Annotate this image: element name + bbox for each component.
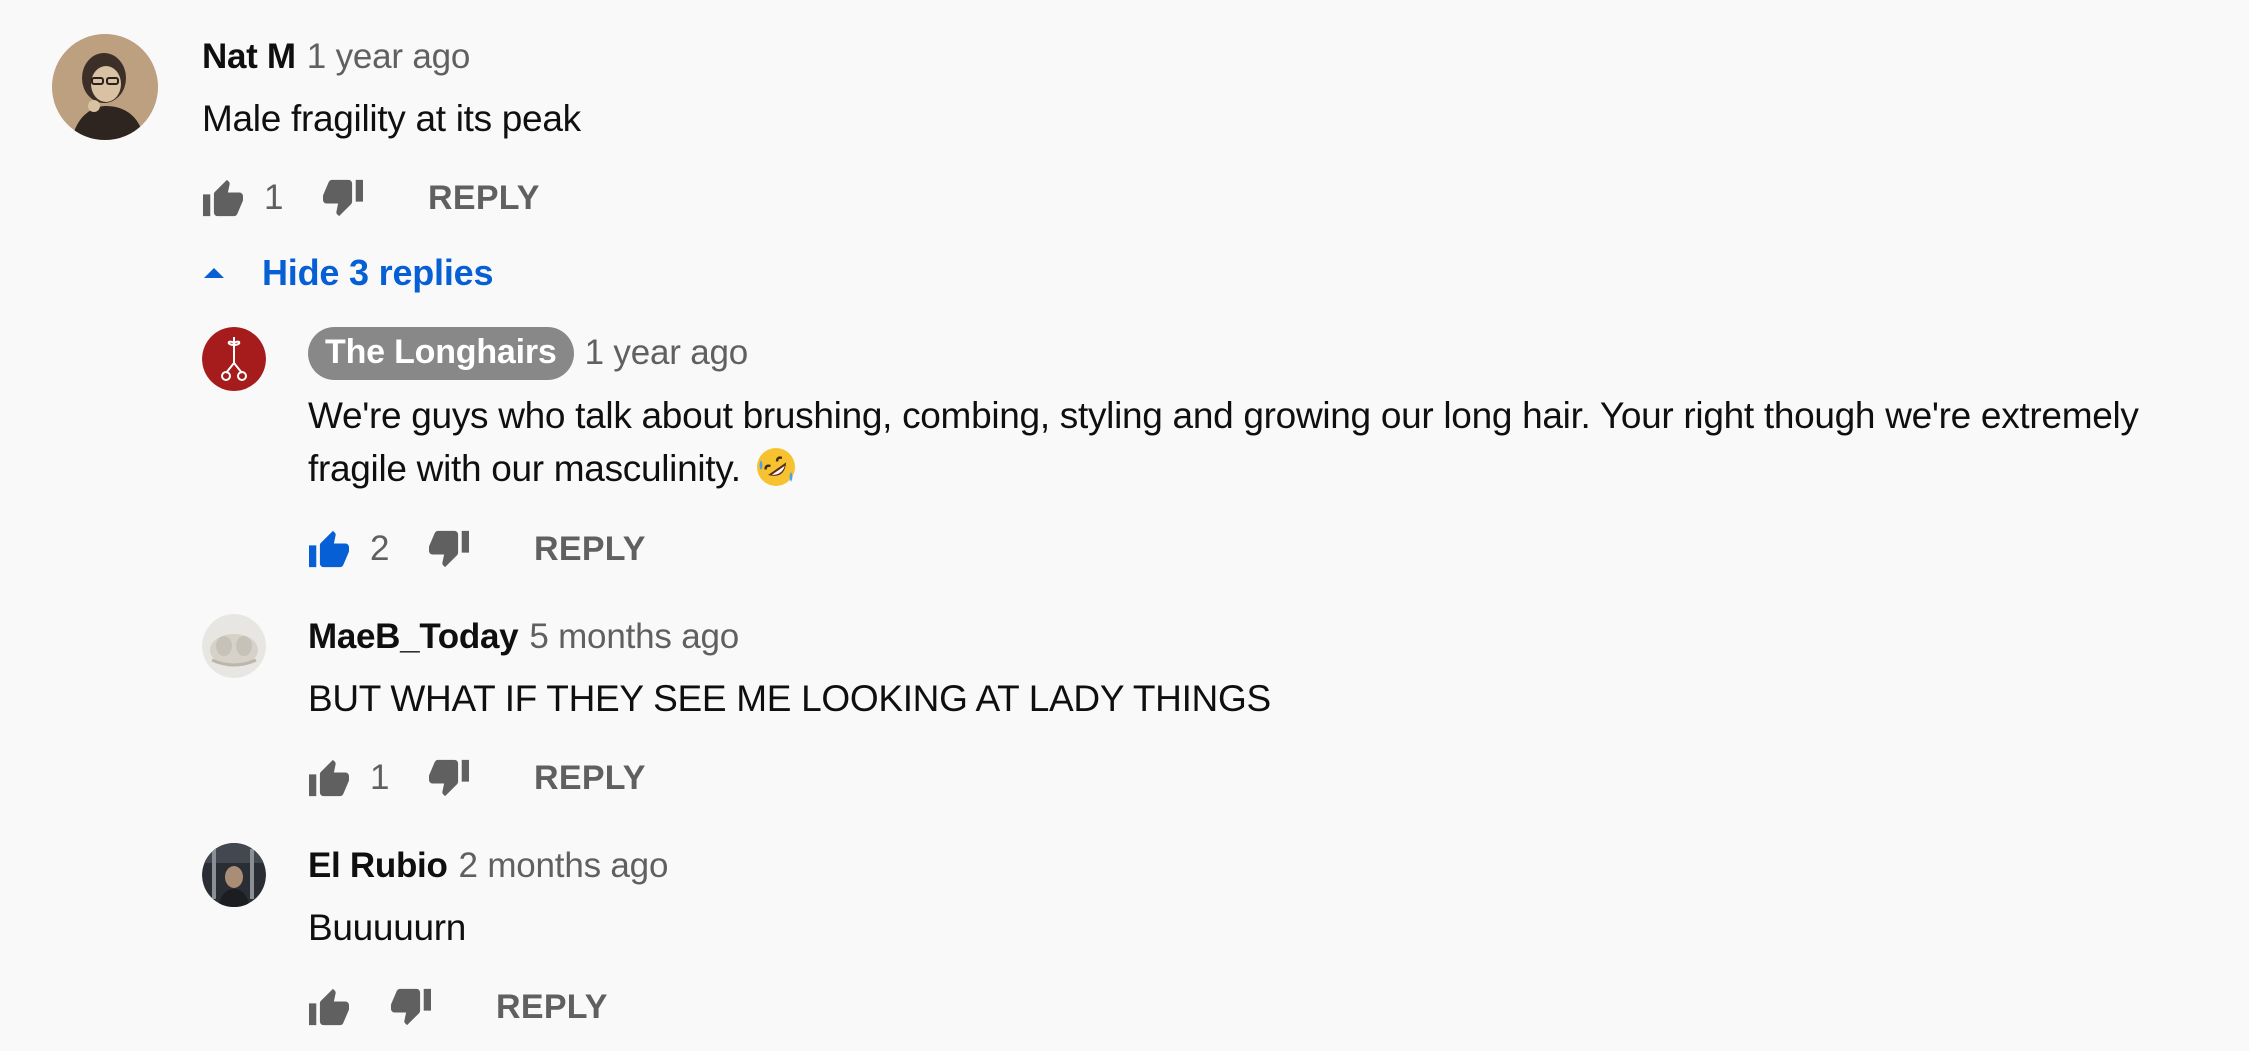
creator-author-badge[interactable]: The Longhairs [308, 326, 574, 380]
top-comment: Nat M 1 year ago Male fragility at its p… [0, 0, 2249, 260]
comment-timestamp[interactable]: 5 months ago [529, 617, 739, 657]
like-button[interactable] [306, 526, 352, 572]
reply-button[interactable]: REPLY [534, 759, 646, 798]
comment-actions: 1 REPLY [200, 173, 540, 223]
rolling-on-floor-laughing-emoji-icon [756, 448, 795, 487]
like-count: 1 [264, 178, 284, 217]
dislike-button[interactable] [426, 755, 472, 801]
dislike-button[interactable] [320, 175, 366, 221]
thumbs-down-icon [429, 530, 469, 568]
thumbs-down-icon [429, 759, 469, 797]
comment-timestamp[interactable]: 1 year ago [307, 37, 471, 77]
avatar[interactable] [202, 327, 266, 391]
comment-actions: 2 REPLY [306, 524, 646, 574]
like-button[interactable] [200, 175, 246, 221]
user-photo-icon [202, 614, 266, 678]
comment-header: MaeB_Today 5 months ago [308, 614, 739, 660]
comment-text: We're guys who talk about brushing, comb… [308, 395, 2139, 489]
author-name[interactable]: MaeB_Today [308, 617, 519, 657]
like-button[interactable] [306, 755, 352, 801]
user-photo-icon [202, 843, 266, 907]
comment-header: The Longhairs 1 year ago [308, 325, 748, 381]
thumbs-up-filled-icon [309, 530, 349, 568]
comments-page: Nat M 1 year ago Male fragility at its p… [0, 0, 2249, 1051]
reply-button[interactable]: REPLY [428, 179, 540, 218]
comment-actions: 1 REPLY [306, 753, 646, 803]
author-name[interactable]: El Rubio [308, 846, 448, 886]
user-photo-icon [52, 34, 158, 140]
avatar[interactable] [202, 614, 266, 678]
channel-logo-icon [202, 327, 266, 391]
hide-replies-label: Hide 3 replies [262, 252, 494, 293]
comment-text-block: We're guys who talk about brushing, comb… [308, 389, 2208, 495]
thumbs-down-icon [323, 179, 363, 217]
dislike-button[interactable] [426, 526, 472, 572]
comment-text: Buuuuurn [308, 907, 467, 948]
author-name[interactable]: Nat M [202, 37, 296, 77]
comment-text: BUT WHAT IF THEY SEE ME LOOKING AT LADY … [308, 678, 1271, 719]
reply-button[interactable]: REPLY [534, 530, 646, 569]
reply-button[interactable]: REPLY [496, 988, 608, 1027]
comment-header: Nat M 1 year ago [202, 34, 470, 80]
dislike-button[interactable] [388, 984, 434, 1030]
caret-up-icon [204, 268, 224, 278]
avatar[interactable] [52, 34, 158, 140]
like-button[interactable] [306, 984, 352, 1030]
like-count: 1 [370, 758, 390, 797]
thumbs-down-icon [391, 988, 431, 1026]
comment-actions: REPLY [306, 982, 608, 1032]
comment-timestamp[interactable]: 1 year ago [585, 333, 749, 373]
like-count: 2 [370, 529, 390, 568]
thumbs-up-icon [309, 759, 349, 797]
comment-text: Male fragility at its peak [202, 98, 581, 139]
thumbs-up-icon [203, 179, 243, 217]
thumbs-up-icon [309, 988, 349, 1026]
comment-timestamp[interactable]: 2 months ago [459, 846, 669, 886]
comment-header: El Rubio 2 months ago [308, 843, 668, 889]
avatar[interactable] [202, 843, 266, 907]
hide-replies-button[interactable]: Hide 3 replies [200, 250, 494, 296]
